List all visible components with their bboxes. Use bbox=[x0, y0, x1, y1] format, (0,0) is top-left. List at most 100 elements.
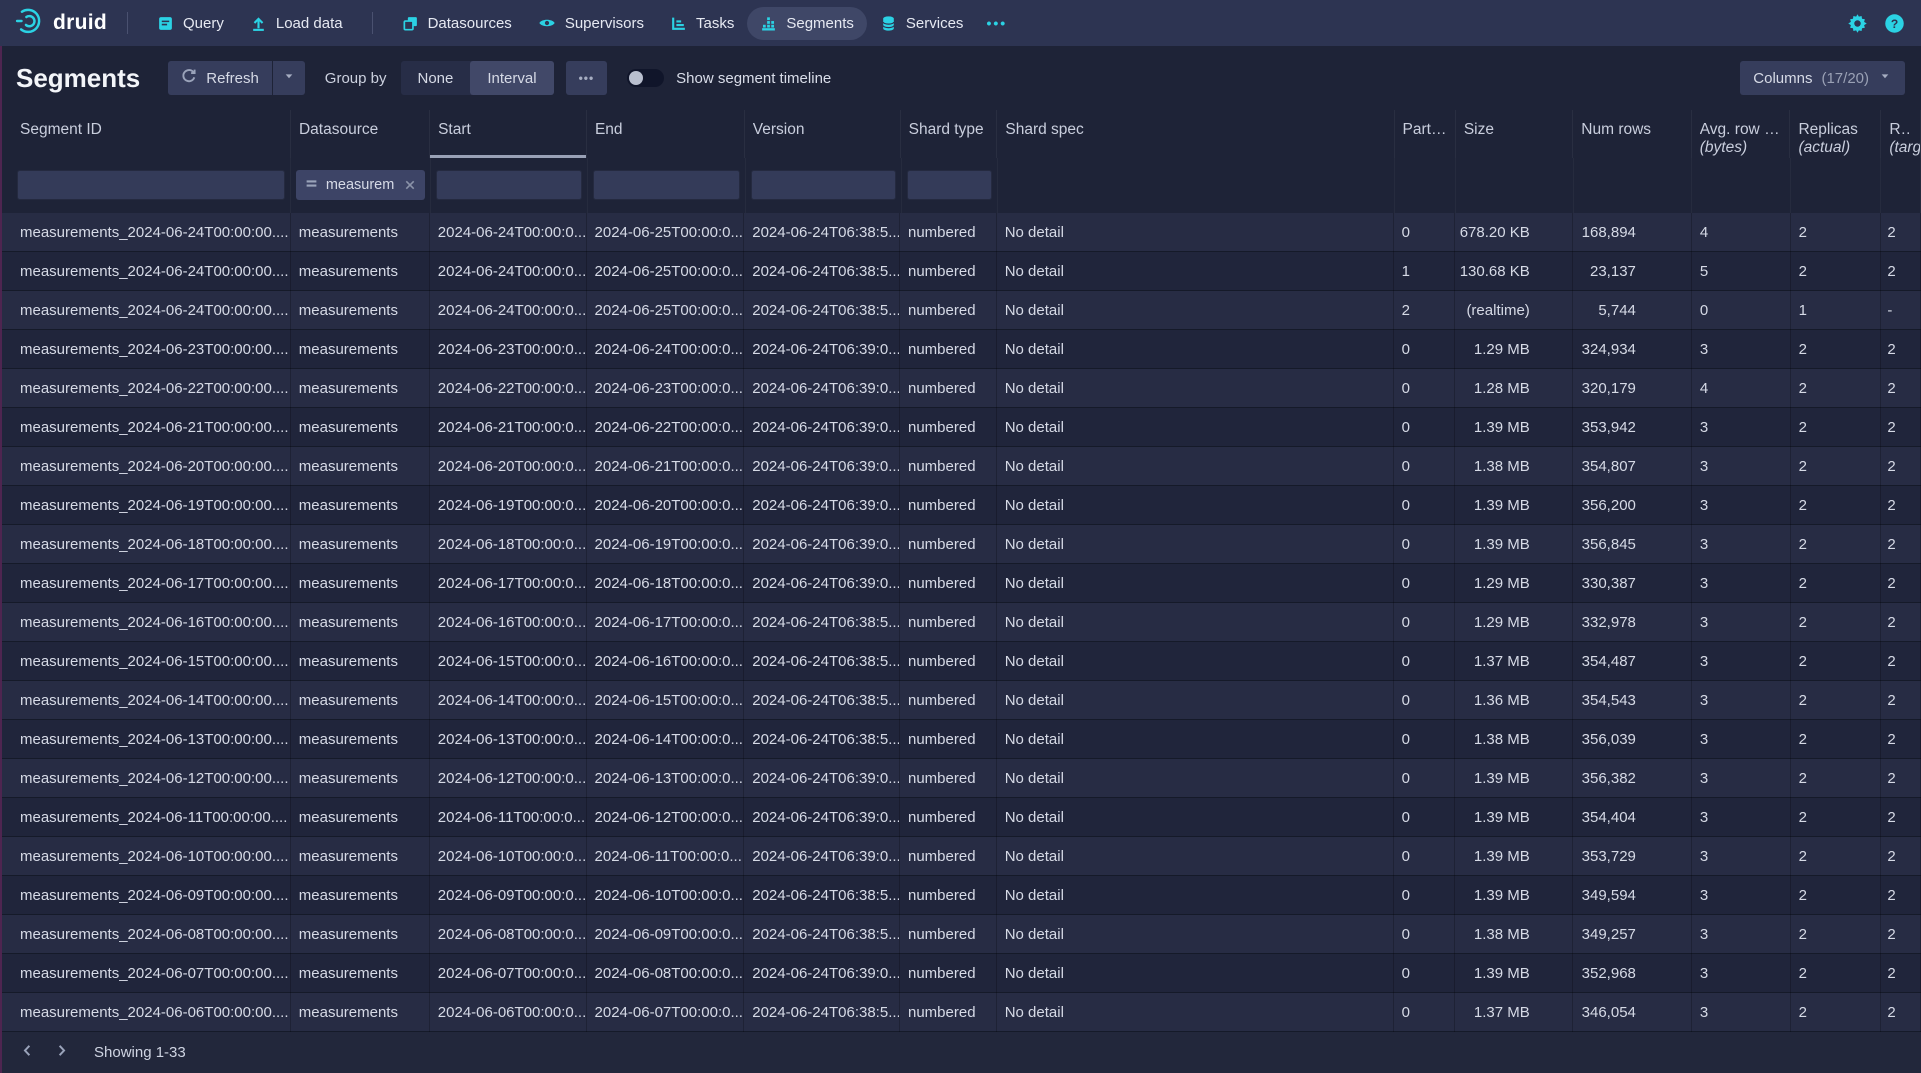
cell-partition[interactable]: 0 bbox=[1394, 603, 1455, 642]
cell-avg_row_size[interactable]: 3 bbox=[1692, 330, 1791, 369]
cell-num_rows[interactable]: 352,968 bbox=[1573, 954, 1692, 993]
cell-shard_type[interactable]: numbered bbox=[900, 486, 997, 525]
cell-end[interactable]: 2024-06-25T00:00:0... bbox=[587, 252, 745, 291]
cell-version[interactable]: 2024-06-24T06:38:5... bbox=[744, 915, 900, 954]
cell-version[interactable]: 2024-06-24T06:39:0... bbox=[744, 330, 900, 369]
cell-replication_factor[interactable]: 2 bbox=[1881, 408, 1921, 447]
cell-replication_factor[interactable]: 2 bbox=[1881, 525, 1921, 564]
cell-end[interactable]: 2024-06-20T00:00:0... bbox=[587, 486, 745, 525]
cell-end[interactable]: 2024-06-07T00:00:0... bbox=[587, 993, 745, 1032]
cell-replicas[interactable]: 2 bbox=[1791, 252, 1882, 291]
cell-partition[interactable]: 0 bbox=[1394, 330, 1455, 369]
cell-avg_row_size[interactable]: 5 bbox=[1692, 252, 1791, 291]
cell-partition[interactable]: 0 bbox=[1394, 447, 1455, 486]
more-options-button[interactable]: ••• bbox=[566, 61, 608, 95]
cell-shard_spec[interactable]: No detail bbox=[997, 759, 1394, 798]
cell-shard_spec[interactable]: No detail bbox=[997, 720, 1394, 759]
cell-num_rows[interactable]: 356,382 bbox=[1573, 759, 1692, 798]
column-header-replication_factor[interactable]: Replication factor(target) bbox=[1881, 110, 1921, 158]
cell-num_rows[interactable]: 353,729 bbox=[1573, 837, 1692, 876]
cell-shard_type[interactable]: numbered bbox=[900, 564, 997, 603]
cell-version[interactable]: 2024-06-24T06:38:5... bbox=[744, 681, 900, 720]
cell-avg_row_size[interactable]: 3 bbox=[1692, 915, 1791, 954]
cell-end[interactable]: 2024-06-23T00:00:0... bbox=[587, 369, 745, 408]
cell-avg_row_size[interactable]: 0 bbox=[1692, 291, 1791, 330]
group-by-option-none[interactable]: None bbox=[401, 61, 471, 95]
cell-shard_type[interactable]: numbered bbox=[900, 681, 997, 720]
cell-datasource[interactable]: measurements bbox=[291, 213, 430, 252]
cell-version[interactable]: 2024-06-24T06:38:5... bbox=[744, 642, 900, 681]
cell-segment_id[interactable]: measurements_2024-06-19T00:00:00.... bbox=[12, 486, 291, 525]
cell-segment_id[interactable]: measurements_2024-06-21T00:00:00.... bbox=[12, 408, 291, 447]
cell-end[interactable]: 2024-06-21T00:00:0... bbox=[587, 447, 745, 486]
cell-num_rows[interactable]: 349,257 bbox=[1573, 915, 1692, 954]
column-header-end[interactable]: End bbox=[587, 110, 745, 158]
cell-segment_id[interactable]: measurements_2024-06-10T00:00:00.... bbox=[12, 837, 291, 876]
cell-shard_spec[interactable]: No detail bbox=[997, 993, 1394, 1032]
cell-shard_type[interactable]: numbered bbox=[900, 603, 997, 642]
cell-shard_type[interactable]: numbered bbox=[900, 330, 997, 369]
cell-end[interactable]: 2024-06-11T00:00:0... bbox=[587, 837, 745, 876]
cell-size[interactable]: 1.38 MB bbox=[1455, 720, 1573, 759]
cell-shard_type[interactable]: numbered bbox=[900, 408, 997, 447]
cell-start[interactable]: 2024-06-19T00:00:0... bbox=[430, 486, 587, 525]
cell-shard_spec[interactable]: No detail bbox=[997, 642, 1394, 681]
refresh-interval-caret-button[interactable] bbox=[273, 61, 305, 95]
cell-num_rows[interactable]: 320,179 bbox=[1573, 369, 1692, 408]
cell-replication_factor[interactable]: - bbox=[1881, 291, 1921, 330]
cell-shard_type[interactable]: numbered bbox=[900, 213, 997, 252]
cell-version[interactable]: 2024-06-24T06:39:0... bbox=[744, 447, 900, 486]
cell-start[interactable]: 2024-06-07T00:00:0... bbox=[430, 954, 587, 993]
cell-replication_factor[interactable]: 2 bbox=[1881, 720, 1921, 759]
cell-segment_id[interactable]: measurements_2024-06-14T00:00:00.... bbox=[12, 681, 291, 720]
cell-size[interactable]: 1.39 MB bbox=[1455, 525, 1573, 564]
cell-partition[interactable]: 0 bbox=[1394, 408, 1455, 447]
cell-avg_row_size[interactable]: 3 bbox=[1692, 798, 1791, 837]
previous-page-button[interactable] bbox=[12, 1038, 42, 1068]
cell-datasource[interactable]: measurements bbox=[291, 993, 430, 1032]
cell-replication_factor[interactable]: 2 bbox=[1881, 876, 1921, 915]
cell-version[interactable]: 2024-06-24T06:38:5... bbox=[744, 876, 900, 915]
cell-replication_factor[interactable]: 2 bbox=[1881, 486, 1921, 525]
cell-datasource[interactable]: measurements bbox=[291, 642, 430, 681]
cell-datasource[interactable]: measurements bbox=[291, 915, 430, 954]
column-header-start[interactable]: Start bbox=[430, 110, 587, 158]
cell-version[interactable]: 2024-06-24T06:38:5... bbox=[744, 291, 900, 330]
cell-shard_type[interactable]: numbered bbox=[900, 798, 997, 837]
cell-num_rows[interactable]: 354,487 bbox=[1573, 642, 1692, 681]
cell-segment_id[interactable]: measurements_2024-06-08T00:00:00.... bbox=[12, 915, 291, 954]
cell-datasource[interactable]: measurements bbox=[291, 954, 430, 993]
cell-avg_row_size[interactable]: 3 bbox=[1692, 759, 1791, 798]
cell-datasource[interactable]: measurements bbox=[291, 408, 430, 447]
cell-segment_id[interactable]: measurements_2024-06-24T00:00:00.... bbox=[12, 291, 291, 330]
cell-avg_row_size[interactable]: 3 bbox=[1692, 603, 1791, 642]
cell-shard_spec[interactable]: No detail bbox=[997, 798, 1394, 837]
cell-num_rows[interactable]: 324,934 bbox=[1573, 330, 1692, 369]
cell-num_rows[interactable]: 5,744 bbox=[1573, 291, 1692, 330]
cell-partition[interactable]: 0 bbox=[1394, 993, 1455, 1032]
cell-size[interactable]: 1.38 MB bbox=[1455, 447, 1573, 486]
cell-segment_id[interactable]: measurements_2024-06-17T00:00:00.... bbox=[12, 564, 291, 603]
cell-size[interactable]: 1.29 MB bbox=[1455, 603, 1573, 642]
cell-datasource[interactable]: measurements bbox=[291, 369, 430, 408]
cell-partition[interactable]: 0 bbox=[1394, 798, 1455, 837]
cell-replicas[interactable]: 2 bbox=[1791, 564, 1882, 603]
cell-end[interactable]: 2024-06-10T00:00:0... bbox=[587, 876, 745, 915]
cell-segment_id[interactable]: measurements_2024-06-23T00:00:00.... bbox=[12, 330, 291, 369]
filter-input-shard_type[interactable] bbox=[907, 170, 993, 200]
cell-datasource[interactable]: measurements bbox=[291, 486, 430, 525]
cell-datasource[interactable]: measurements bbox=[291, 876, 430, 915]
cell-start[interactable]: 2024-06-12T00:00:0... bbox=[430, 759, 587, 798]
cell-end[interactable]: 2024-06-25T00:00:0... bbox=[587, 213, 745, 252]
cell-replicas[interactable]: 2 bbox=[1791, 759, 1882, 798]
cell-end[interactable]: 2024-06-16T00:00:0... bbox=[587, 642, 745, 681]
gear-icon[interactable] bbox=[1847, 13, 1868, 34]
nav-item-segments[interactable]: Segments bbox=[747, 7, 867, 40]
nav-item-supervisors[interactable]: Supervisors bbox=[525, 6, 657, 40]
cell-shard_type[interactable]: numbered bbox=[900, 252, 997, 291]
cell-datasource[interactable]: measurements bbox=[291, 720, 430, 759]
cell-start[interactable]: 2024-06-14T00:00:0... bbox=[430, 681, 587, 720]
cell-replication_factor[interactable]: 2 bbox=[1881, 837, 1921, 876]
cell-partition[interactable]: 0 bbox=[1394, 486, 1455, 525]
cell-avg_row_size[interactable]: 3 bbox=[1692, 954, 1791, 993]
